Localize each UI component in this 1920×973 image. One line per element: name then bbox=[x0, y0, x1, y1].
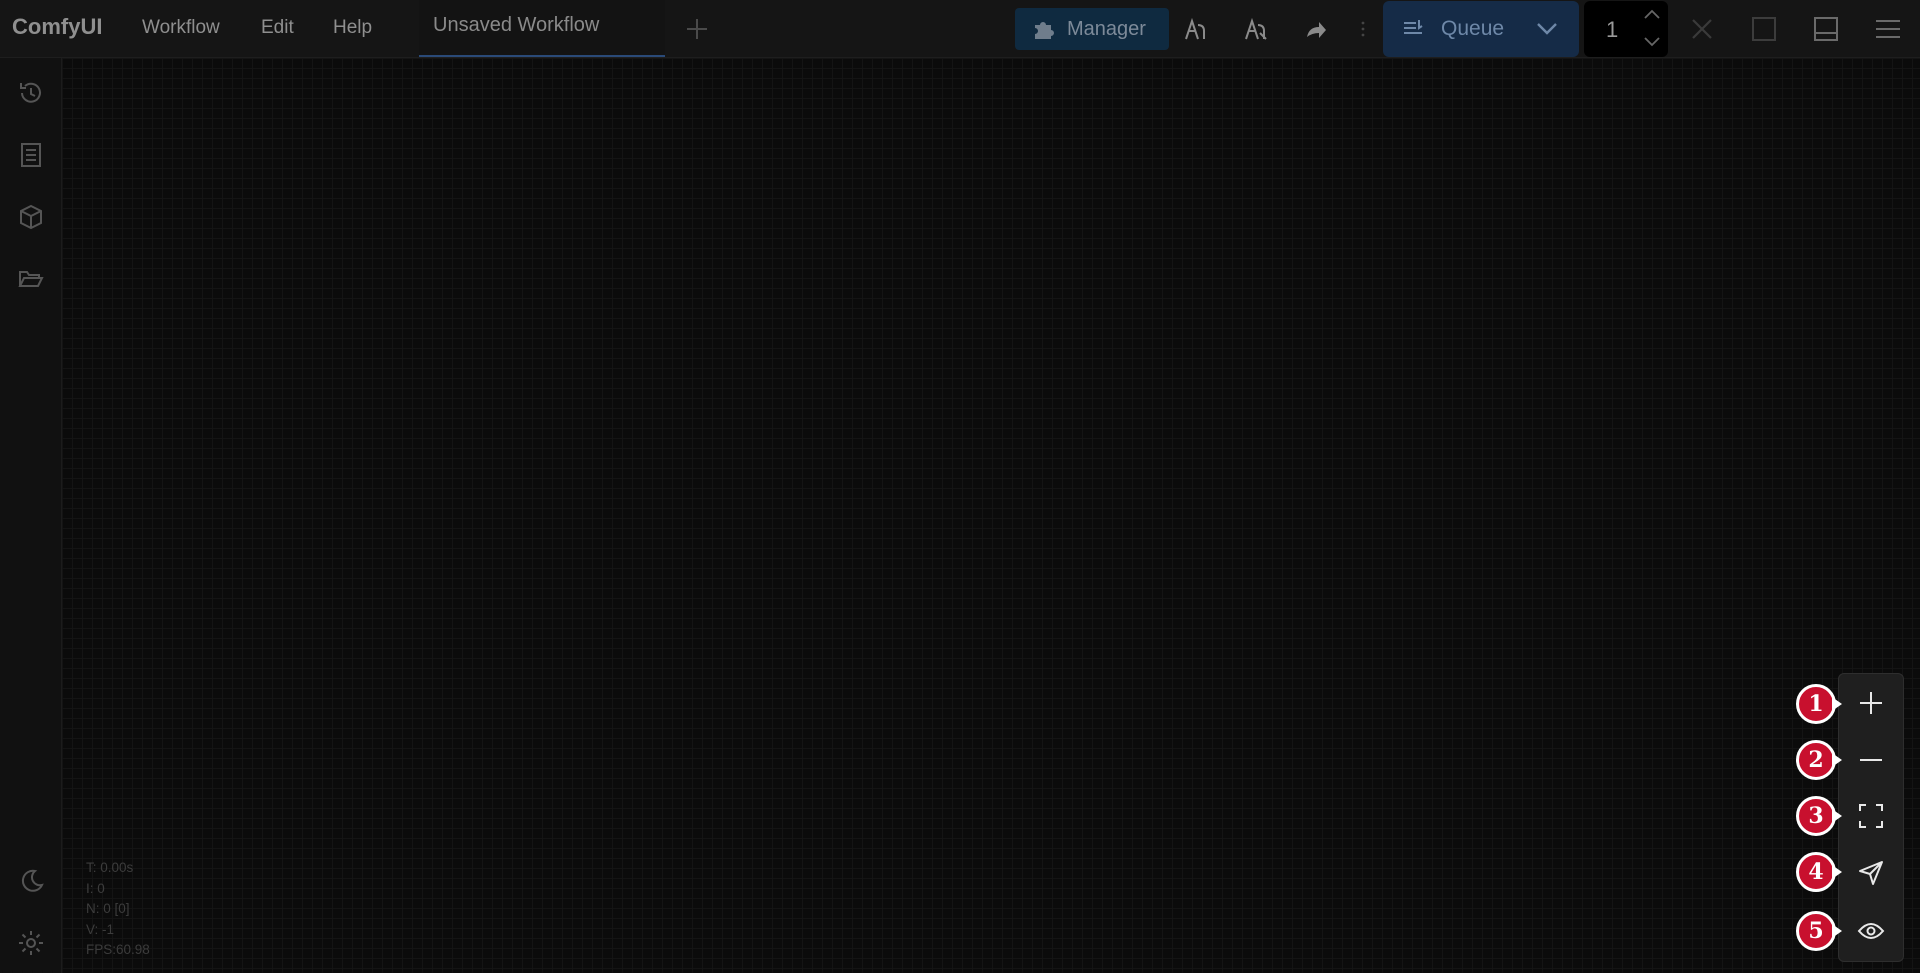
share-button[interactable] bbox=[1292, 9, 1340, 49]
graph-canvas[interactable] bbox=[62, 58, 1920, 973]
menu-help[interactable]: Help bbox=[333, 17, 372, 39]
sidebar-item-queue-history[interactable] bbox=[7, 70, 55, 116]
menu-workflow[interactable]: Workflow bbox=[142, 17, 220, 39]
gear-icon bbox=[19, 931, 43, 955]
annotation-marker-3: 3 bbox=[1796, 796, 1842, 836]
sidebar-item-node-library[interactable] bbox=[7, 132, 55, 178]
hamburger-menu-button[interactable] bbox=[1866, 9, 1910, 49]
tab-label: Unsaved Workflow bbox=[433, 14, 600, 36]
unload-models-button[interactable] bbox=[1172, 9, 1220, 49]
toggle-bottom-panel-button[interactable] bbox=[1804, 9, 1848, 49]
zoom-in-button[interactable] bbox=[1843, 679, 1899, 727]
sidebar bbox=[0, 58, 62, 973]
chevron-up-icon[interactable] bbox=[1642, 7, 1662, 23]
square-icon bbox=[1752, 17, 1776, 41]
stat-nodes: N: 0 [0] bbox=[86, 901, 130, 916]
plus-icon bbox=[687, 19, 707, 39]
batch-count-value[interactable]: 1 bbox=[1606, 17, 1618, 43]
moon-icon bbox=[21, 869, 44, 892]
drag-dots-icon bbox=[1361, 21, 1365, 37]
toggle-link-visibility-button[interactable] bbox=[1843, 849, 1899, 897]
send-icon bbox=[1859, 861, 1883, 885]
book-icon bbox=[21, 143, 41, 167]
sidebar-item-workflows[interactable] bbox=[7, 256, 55, 302]
annotation-marker-2: 2 bbox=[1796, 740, 1842, 780]
puzzle-icon bbox=[1035, 22, 1054, 39]
stat-fps: FPS:60.98 bbox=[86, 942, 150, 957]
plus-icon bbox=[1860, 692, 1882, 714]
annotation-marker-5: 5 bbox=[1796, 911, 1842, 951]
fit-view-icon bbox=[1859, 804, 1883, 828]
manager-label: Manager bbox=[1067, 17, 1146, 40]
new-tab-button[interactable] bbox=[680, 14, 714, 44]
app-logo: ComfyUI bbox=[12, 14, 103, 39]
manager-button[interactable]: Manager bbox=[1015, 8, 1169, 50]
queue-list-icon bbox=[1404, 20, 1423, 34]
vram-unload-icon bbox=[1185, 17, 1205, 40]
drag-handle[interactable] bbox=[1356, 16, 1370, 42]
cancel-button[interactable] bbox=[1680, 9, 1724, 49]
share-arrow-icon bbox=[1307, 22, 1326, 38]
chevron-down-small-icon[interactable] bbox=[1642, 33, 1662, 49]
queue-label: Queue bbox=[1441, 17, 1505, 40]
history-icon bbox=[20, 82, 41, 103]
top-bar: ComfyUI Workflow Edit Help Unsaved Workf… bbox=[0, 0, 1920, 58]
stat-time: T: 0.00s bbox=[86, 860, 134, 875]
tab-unsaved-workflow[interactable]: Unsaved Workflow bbox=[419, 0, 665, 57]
cube-icon bbox=[20, 204, 42, 230]
minus-icon bbox=[1860, 759, 1882, 761]
menu-edit[interactable]: Edit bbox=[261, 17, 294, 39]
zoom-out-button[interactable] bbox=[1843, 736, 1899, 784]
chevron-down-icon bbox=[1537, 23, 1557, 35]
annotation-marker-1: 1 bbox=[1796, 684, 1842, 724]
hamburger-icon bbox=[1876, 20, 1900, 38]
folder-open-icon bbox=[18, 271, 44, 287]
queue-button[interactable]: Queue bbox=[1383, 1, 1579, 57]
fit-view-button[interactable] bbox=[1843, 792, 1899, 840]
toggle-focus-button[interactable] bbox=[1742, 9, 1786, 49]
theme-toggle-button[interactable] bbox=[7, 858, 55, 904]
panel-bottom-icon bbox=[1814, 17, 1838, 41]
queue-dropdown[interactable] bbox=[1533, 14, 1561, 48]
stat-iterations: I: 0 bbox=[86, 880, 105, 896]
close-icon bbox=[1692, 19, 1712, 39]
annotation-marker-4: 4 bbox=[1796, 852, 1842, 892]
canvas-stats: T: 0.00s I: 0 N: 0 [0] V: -1 FPS:60.98 bbox=[86, 858, 150, 961]
eye-icon bbox=[1857, 923, 1885, 939]
batch-count-stepper[interactable]: 1 bbox=[1584, 1, 1668, 57]
free-memory-button[interactable] bbox=[1232, 9, 1280, 49]
settings-button[interactable] bbox=[7, 920, 55, 966]
sidebar-item-model-library[interactable] bbox=[7, 194, 55, 240]
vram-free-icon bbox=[1245, 17, 1267, 40]
toggle-minimap-button[interactable] bbox=[1843, 907, 1899, 955]
stat-visible: V: -1 bbox=[86, 921, 115, 937]
